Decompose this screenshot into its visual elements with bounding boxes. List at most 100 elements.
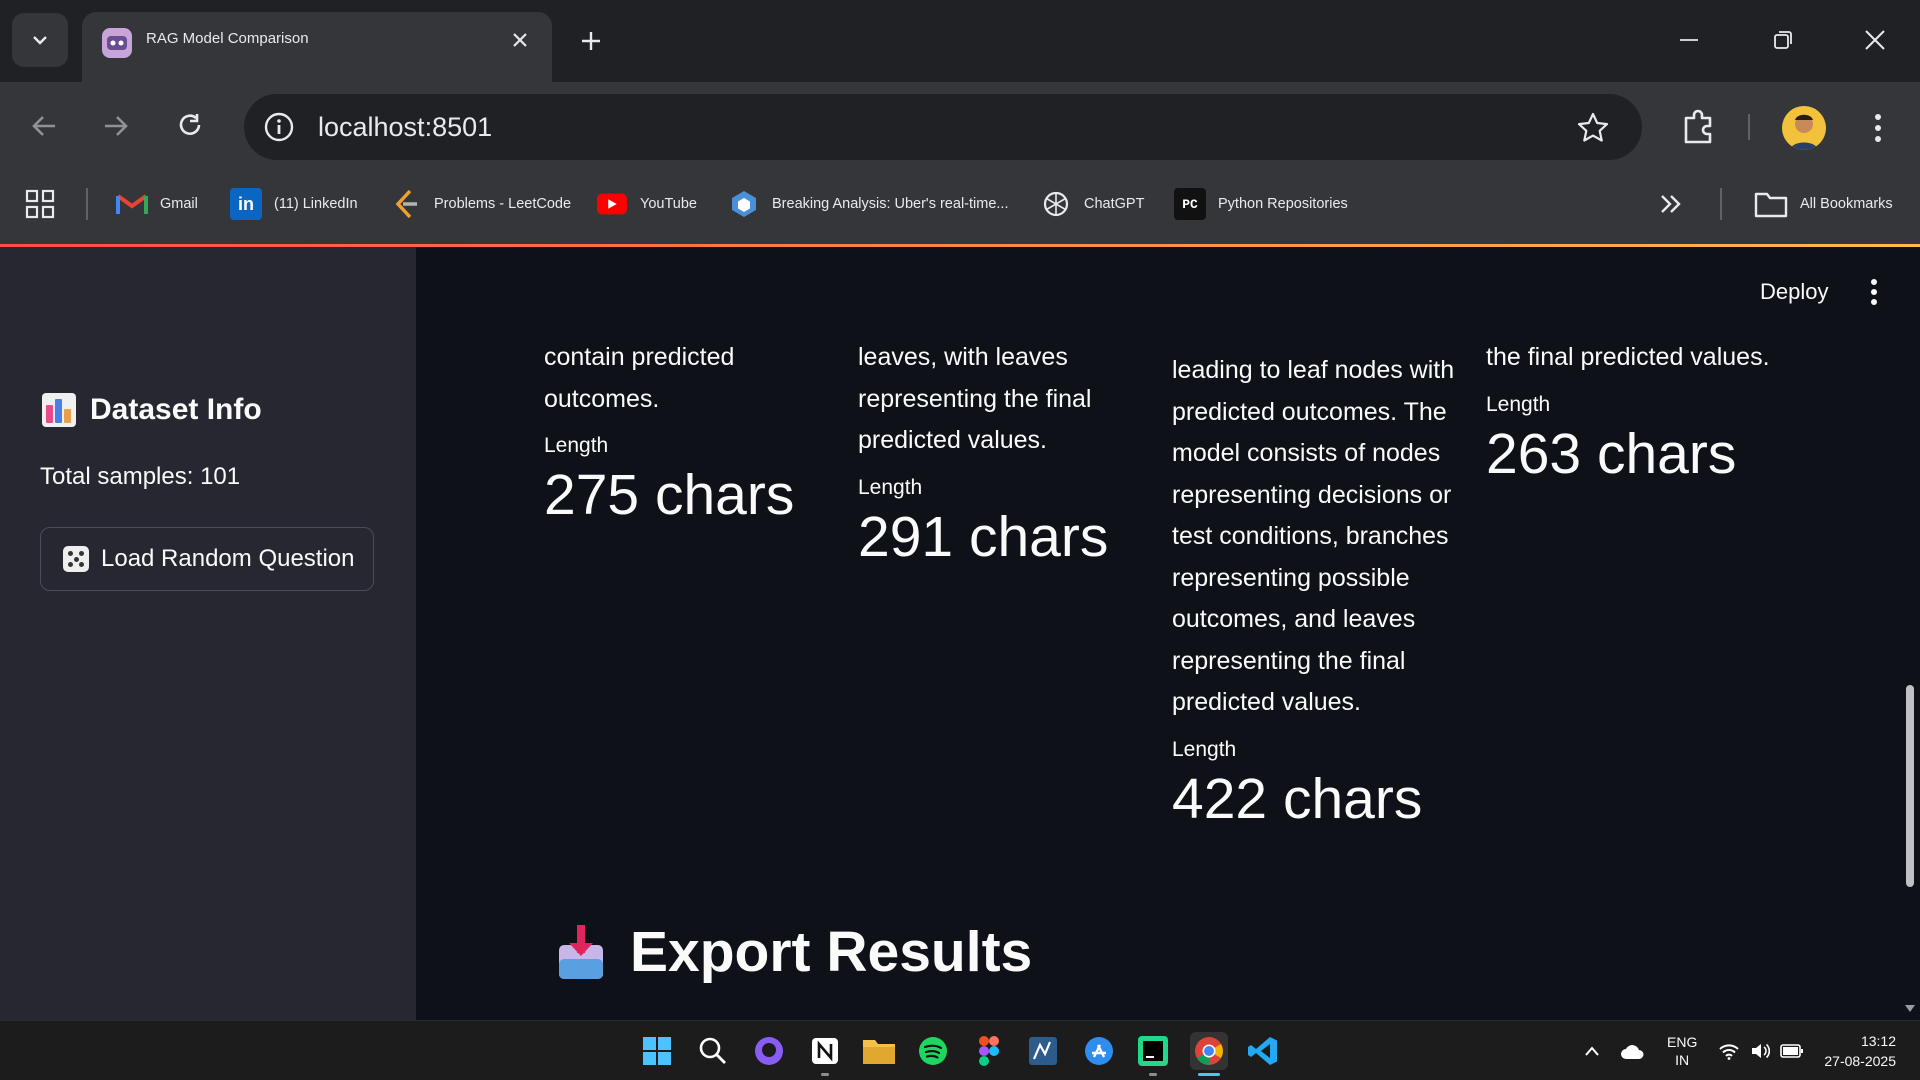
clock-date: 27-08-2025 [1824,1053,1896,1069]
model-column-2: leaves, with leaves representing the fin… [858,337,1158,572]
network-volume-battery-tray[interactable] [1716,1032,1806,1070]
reload-icon[interactable] [168,104,212,148]
extensions-icon[interactable] [1676,104,1720,148]
chrome-icon[interactable] [1190,1032,1228,1070]
new-tab-icon[interactable] [572,22,610,60]
search-icon[interactable] [694,1032,732,1070]
url-text[interactable]: localhost:8501 [318,112,492,143]
language-indicator[interactable]: ENG IN [1667,1033,1697,1069]
bookmark-label: (11) LinkedIn [274,196,358,212]
bookmark-python-repositories[interactable]: PC Python Repositories [1174,186,1348,222]
bookmark-label: Problems - LeetCode [434,196,572,212]
browser-menu-icon[interactable] [1860,106,1896,150]
site-info-icon[interactable] [262,110,296,144]
app-active-indicator [1198,1073,1220,1076]
sidebar-title: Dataset Info [42,393,262,427]
forward-icon[interactable] [94,104,138,148]
linkedin-icon: in [230,188,262,220]
load-random-question-button[interactable]: Load Random Question [40,527,374,591]
bookmarks-separator [1720,188,1722,220]
close-tab-icon[interactable] [506,26,534,54]
folder-icon [1754,192,1788,218]
scrollbar-thumb[interactable] [1906,685,1914,887]
bookmark-linkedin[interactable]: in (11) LinkedIn [230,186,358,222]
mysql-workbench-icon[interactable] [1024,1032,1062,1070]
figma-icon[interactable] [970,1032,1008,1070]
leetcode-icon [390,188,422,220]
more-bookmarks-chevron-icon[interactable] [1658,186,1684,222]
volume-icon [1752,1043,1770,1059]
answer-text: contain predicted outcomes. [544,343,735,413]
pycharm-taskbar-icon[interactable] [1134,1032,1172,1070]
profile-avatar[interactable] [1782,106,1826,150]
robot-favicon-icon [102,28,132,58]
bookmark-label: Gmail [160,196,198,212]
total-samples-text: Total samples: 101 [40,463,241,490]
bookmark-gmail[interactable]: Gmail [116,186,198,222]
model-column-1: contain predicted outcomes. Length 275 c… [544,337,834,530]
main-content: Deploy contain predicted outcomes. Lengt… [416,247,1920,1020]
scroll-down-arrow-icon[interactable] [1905,1005,1915,1012]
spotify-icon[interactable] [914,1032,952,1070]
article-icon [728,188,760,220]
clock-time: 13:12 [1860,1033,1896,1049]
browser-tab[interactable]: RAG Model Comparison [82,12,552,82]
back-icon[interactable] [22,104,66,148]
bookmark-breaking-analysis[interactable]: Breaking Analysis: Uber's real-time... [728,186,1008,222]
all-bookmarks-button[interactable]: All Bookmarks [1754,186,1893,222]
app-running-indicator [1149,1073,1157,1076]
length-metric: 291 chars [858,504,1109,569]
load-random-question-label: Load Random Question [101,545,355,572]
length-label: Length [544,434,609,457]
deploy-button[interactable]: Deploy [1760,279,1828,305]
windows-start-icon[interactable] [638,1032,676,1070]
address-bar[interactable]: localhost:8501 [244,94,1642,160]
browser-titlebar: RAG Model Comparison [0,0,1920,82]
answer-text: the final predicted values. [1486,343,1770,371]
length-label: Length [1172,737,1237,761]
clock[interactable]: 13:12 27-08-2025 [1812,1031,1896,1071]
bookmark-label: Python Repositories [1218,196,1348,212]
restore-icon[interactable] [1758,18,1808,62]
answer-text: leaves, with leaves representing the fin… [858,343,1092,454]
tab-title: RAG Model Comparison [146,30,309,47]
model-column-3: leading to leaf nodes with predicted out… [1172,350,1472,834]
tab-search-button[interactable] [12,13,68,67]
length-label: Length [1486,392,1551,416]
file-explorer-icon[interactable] [860,1032,898,1070]
apps-grid-icon[interactable] [24,188,56,220]
show-hidden-icons-chevron-icon[interactable] [1572,1032,1612,1070]
bookmark-label: YouTube [640,196,697,212]
export-results-title: Export Results [630,920,1033,984]
battery-icon [1780,1044,1803,1058]
bookmarks-separator [86,188,88,220]
inbox-tray-icon [559,925,603,979]
github-desktop-icon[interactable] [750,1032,788,1070]
answer-text: leading to leaf nodes with predicted out… [1172,356,1455,716]
export-results-heading: Export Results [556,919,1032,985]
bookmark-chatgpt[interactable]: ChatGPT [1040,186,1144,222]
vscode-icon[interactable] [1244,1032,1282,1070]
length-metric: 263 chars [1486,421,1737,486]
browser-toolbar: localhost:8501 [0,82,1920,170]
bookmark-leetcode[interactable]: Problems - LeetCode [390,186,571,222]
language-code: ENG [1667,1034,1698,1050]
minimize-icon[interactable] [1664,18,1714,62]
bookmark-youtube[interactable]: YouTube [596,186,697,222]
dice-icon [63,546,89,572]
bookmark-label: ChatGPT [1084,196,1145,212]
app-store-icon[interactable] [1080,1032,1118,1070]
sidebar-title-text: Dataset Info [90,393,262,426]
app-menu-icon[interactable] [1864,277,1884,307]
bar-chart-icon [42,393,76,427]
length-label: Length [858,475,923,499]
language-region: IN [1675,1052,1690,1068]
sidebar: Dataset Info Total samples: 101 Load Ran… [0,247,416,1020]
bookmark-star-icon[interactable] [1576,111,1610,145]
close-window-icon[interactable] [1850,18,1900,62]
bookmarks-bar: Gmail in (11) LinkedIn Problems - LeetCo… [0,170,1920,246]
bookmark-label: Breaking Analysis: Uber's real-time... [772,196,1009,212]
onedrive-cloud-icon[interactable] [1614,1032,1652,1070]
notion-icon[interactable] [806,1032,844,1070]
windows-taskbar: ENG IN 13:12 27-08-2025 [0,1020,1920,1080]
